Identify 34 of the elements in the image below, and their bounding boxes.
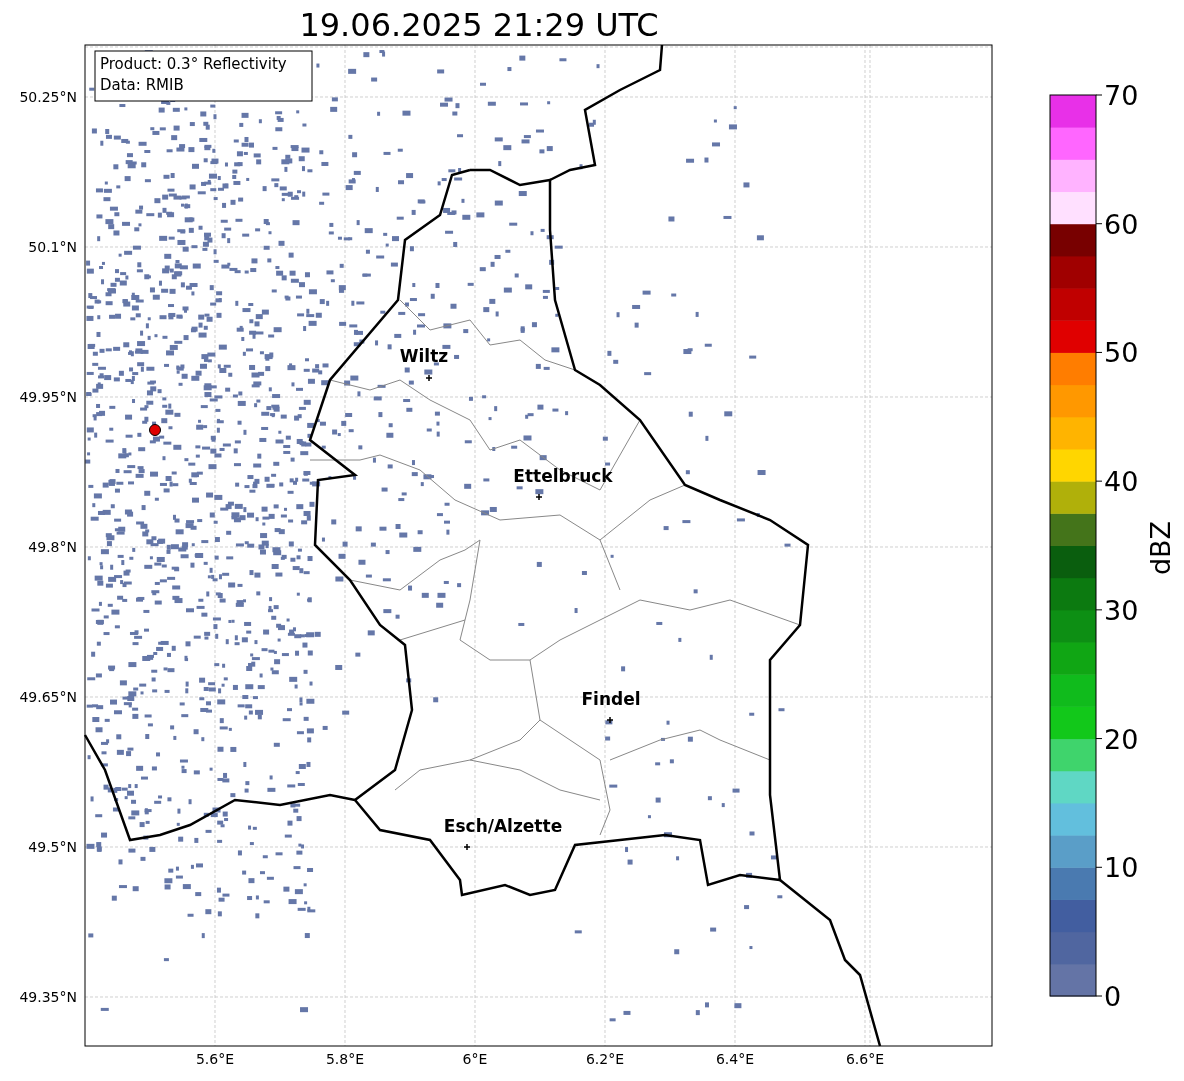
city-label: Wiltz <box>399 346 449 366</box>
city-label: Esch/Alzette <box>443 816 563 836</box>
longitude-label: 6.2°E <box>585 1051 625 1067</box>
info-text: Product: 0.3° Reflectivity <box>100 55 287 73</box>
city-marker <box>425 374 433 382</box>
colorbar-tick-label: 40 <box>1104 466 1139 498</box>
colorbar-tick-label: 70 <box>1104 80 1139 111</box>
longitude-label: 6.4°E <box>715 1051 755 1067</box>
info-text: Data: RMIB <box>100 76 184 94</box>
longitude-label: 5.8°E <box>325 1051 365 1067</box>
latitude-label: 49.5°N <box>28 839 77 855</box>
latitude-label: 49.95°N <box>19 389 77 405</box>
radar-site-marker <box>149 424 161 436</box>
colorbar-tick-label: 10 <box>1104 852 1139 884</box>
colorbar-unit-label: dBZ <box>1145 520 1176 576</box>
city-marker <box>463 843 471 851</box>
city-label: Findel <box>581 689 641 709</box>
longitude-label: 6.6°E <box>845 1051 885 1067</box>
city-label: Ettelbruck <box>513 466 613 486</box>
colorbar-tick-label: 60 <box>1104 208 1139 240</box>
colorbar-tick-label: 0 <box>1104 981 1122 1012</box>
longitude-label: 6°E <box>462 1051 488 1067</box>
latitude-label: 49.35°N <box>19 989 77 1005</box>
colorbar-tick-label: 50 <box>1104 337 1139 369</box>
latitude-label: 49.8°N <box>28 539 77 555</box>
map-title: 19.06.2025 21:29 UTC <box>299 6 659 44</box>
city-marker <box>535 493 543 501</box>
colorbar-tick-label: 30 <box>1104 594 1139 626</box>
latitude-label: 50.25°N <box>19 89 77 105</box>
longitude-label: 5.6°E <box>195 1051 235 1067</box>
latitude-label: 50.1°N <box>28 239 77 255</box>
city-marker <box>606 716 614 724</box>
latitude-label: 49.65°N <box>19 689 77 705</box>
colorbar-tick-label: 20 <box>1104 723 1139 755</box>
